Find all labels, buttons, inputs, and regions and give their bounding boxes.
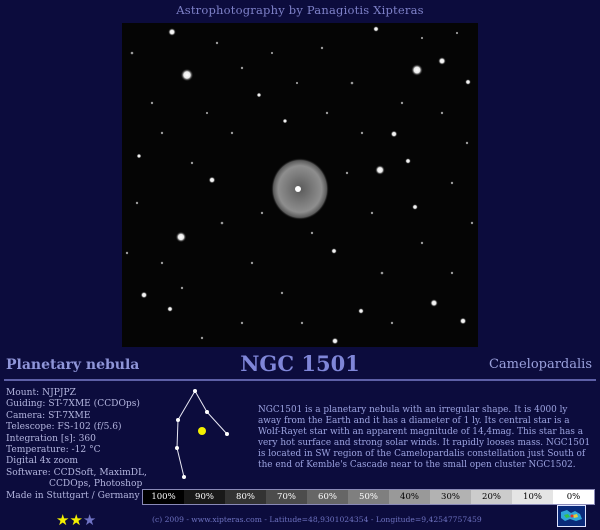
spec-zoom: Digital 4x zoom <box>6 456 78 467</box>
map-thumbnail-link[interactable] <box>557 505 586 527</box>
scale-step: 40% <box>389 490 430 504</box>
scale-step: 90% <box>184 490 225 504</box>
star-empty-icon: ★ <box>82 511 97 529</box>
equipment-specs: Mount: NJPJPZ Guiding: ST-7XME (CCDOps) … <box>6 388 171 502</box>
chart-star <box>182 475 186 479</box>
scale-step: 80% <box>225 490 266 504</box>
chart-line <box>177 390 196 421</box>
chart-star <box>225 432 229 436</box>
scale-step: 100% <box>143 490 184 504</box>
spec-guiding: Guiding: ST-7XME (CCDOps) <box>6 399 140 410</box>
scale-step: 60% <box>307 490 348 504</box>
target-marker <box>198 427 206 435</box>
star-field-image <box>122 23 478 347</box>
site-header: Astrophotography by Panagiotis Xipteras <box>176 3 424 17</box>
chart-star <box>175 446 179 450</box>
scale-step: 10% <box>512 490 553 504</box>
chart-line <box>176 419 179 449</box>
finder-chart-svg <box>175 389 229 479</box>
spec-temperature: Temperature: -12 °C <box>6 445 101 456</box>
nebula-photo <box>122 23 478 347</box>
spec-camera: Camera: ST-7XME <box>6 410 91 421</box>
chart-star <box>176 418 180 422</box>
star-filled-icon: ★ <box>69 511 83 529</box>
chart-star <box>193 389 197 393</box>
chart-line <box>206 411 228 435</box>
scale-step: 20% <box>471 490 512 504</box>
section-divider <box>4 379 596 381</box>
scale-step: 50% <box>348 490 389 504</box>
footer-copyright: (c) 2009 - www.xipteras.com - Latitude=4… <box>152 515 482 524</box>
chart-line <box>194 390 208 413</box>
spec-telescope: Telescope: FS-102 (f/5.6) <box>6 422 122 433</box>
scale-step: 30% <box>430 490 471 504</box>
star-filled-icon: ★ <box>56 511 70 529</box>
chart-star <box>205 410 209 414</box>
constellation-name: Camelopardalis <box>488 357 592 372</box>
scale-step: 0% <box>553 490 594 504</box>
spec-integration: Integration [s]: 360 <box>6 433 96 444</box>
constellation-chart <box>160 384 252 484</box>
scale-step: 70% <box>266 490 307 504</box>
spec-software: Software: CCDSoft, MaximDL, <box>6 467 147 478</box>
spec-mount: Mount: NJPJPZ <box>6 388 76 398</box>
brightness-scale: 100% 90% 80% 70% 60% 50% 40% 30% 20% 10%… <box>142 489 595 505</box>
chart-line <box>176 447 185 478</box>
rating-stars: ★★★ <box>56 511 96 529</box>
object-description: NGC1501 is a planetary nebula with an ir… <box>258 405 591 470</box>
map-thumbnail-icon <box>558 506 585 526</box>
